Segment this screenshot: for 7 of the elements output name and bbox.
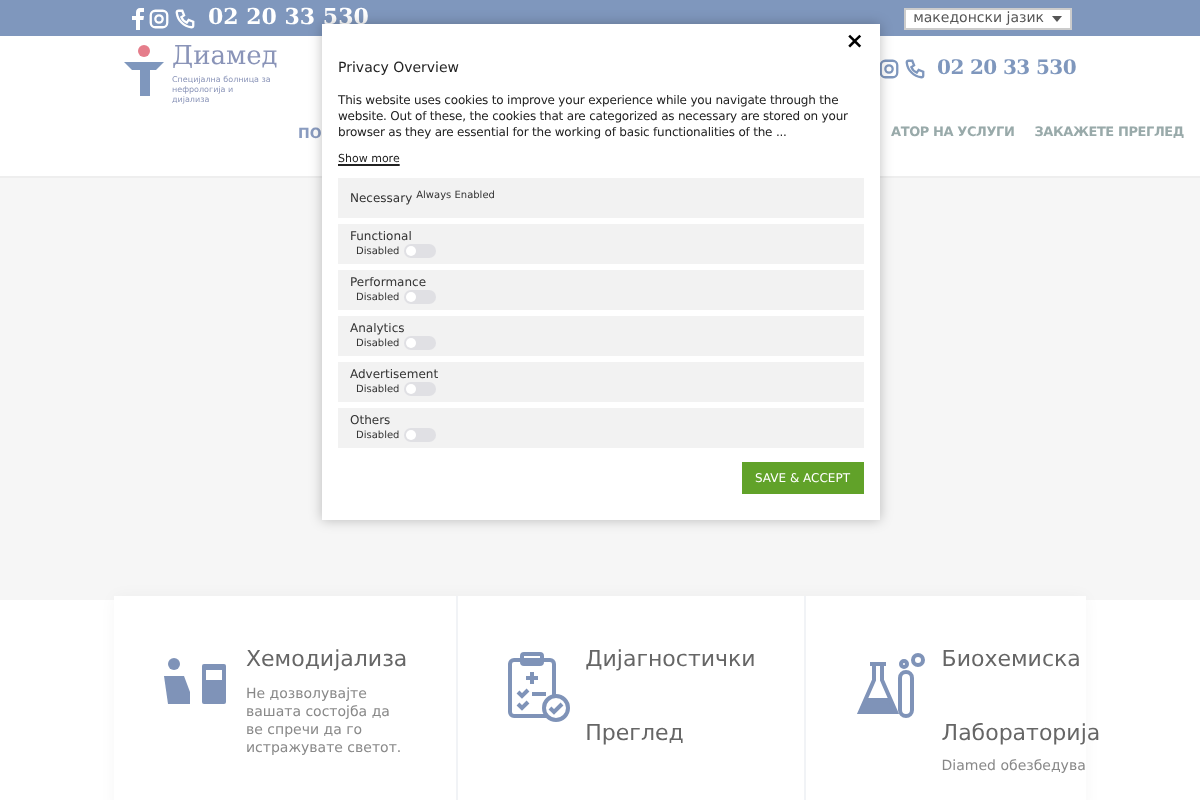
service-title: Лабораторија xyxy=(941,717,1101,749)
logo-name: Диамед xyxy=(172,44,278,70)
service-title: Биохемиска xyxy=(941,644,1083,676)
service-title: Преглед xyxy=(585,717,686,749)
service-title: Хемодијализа xyxy=(246,644,408,676)
service-title: Дијагностички xyxy=(585,644,756,676)
close-button[interactable]: × xyxy=(845,30,864,52)
